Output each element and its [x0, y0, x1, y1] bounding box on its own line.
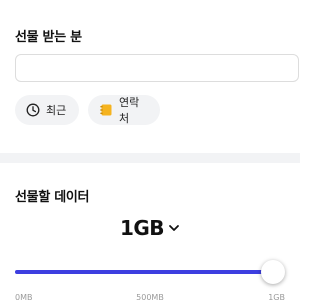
- recent-button[interactable]: 최근: [15, 95, 79, 125]
- clock-icon: [26, 103, 40, 117]
- slider-max-label: 1GB: [268, 293, 285, 302]
- data-amount-slider[interactable]: [15, 258, 285, 288]
- gift-section-title: 선물할 데이터: [15, 190, 90, 205]
- data-amount-selector[interactable]: 1GB: [0, 216, 300, 240]
- recipient-input[interactable]: [15, 54, 299, 82]
- contacts-button-label: 연락처: [119, 96, 140, 125]
- section-divider: [0, 153, 300, 163]
- recipient-section-title: 선물 받는 분: [15, 30, 82, 45]
- data-amount-value: 1GB: [119, 216, 165, 240]
- contacts-button[interactable]: 연락처: [88, 95, 160, 125]
- recent-button-label: 최근: [46, 104, 67, 117]
- chevron-down-icon: [168, 222, 180, 234]
- slider-thumb[interactable]: [261, 260, 285, 284]
- address-book-icon: [99, 103, 113, 117]
- slider-fill: [15, 270, 273, 274]
- slider-mid-label: 500MB: [136, 293, 164, 302]
- slider-min-label: 0MB: [15, 293, 33, 302]
